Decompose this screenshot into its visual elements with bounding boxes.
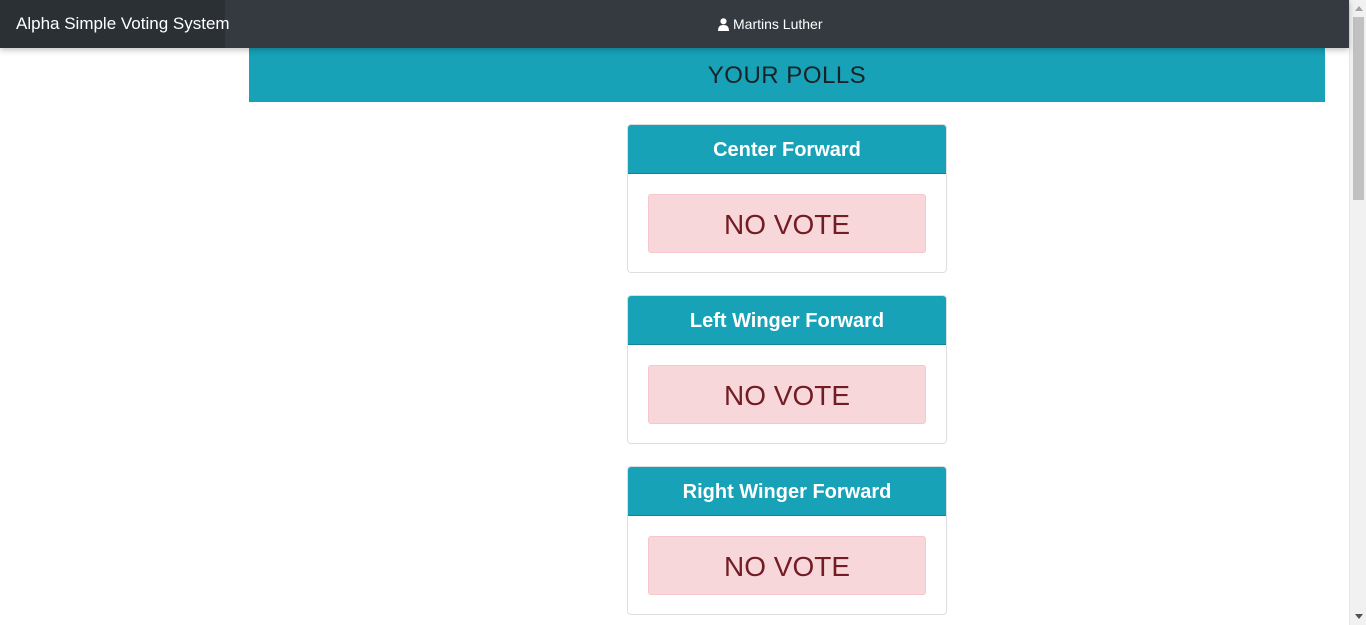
poll-title: Center Forward (628, 125, 946, 174)
poll-title: Right Winger Forward (628, 467, 946, 516)
poll-body: NO VOTE (628, 516, 946, 614)
poll-list: Center Forward NO VOTE Left Winger Forwa… (627, 124, 947, 625)
page-title: YOUR POLLS (249, 48, 1325, 102)
poll-body: NO VOTE (628, 174, 946, 272)
scroll-up-arrow-icon[interactable] (1350, 0, 1366, 17)
poll-body: NO VOTE (628, 345, 946, 443)
vote-status-alert: NO VOTE (648, 194, 926, 253)
vertical-scrollbar[interactable] (1349, 0, 1366, 625)
vote-status-alert: NO VOTE (648, 536, 926, 595)
scroll-down-arrow-icon[interactable] (1350, 608, 1366, 625)
scrollbar-thumb[interactable] (1353, 17, 1364, 200)
poll-card: Center Forward NO VOTE (627, 124, 947, 273)
page: Alpha Simple Voting System Martins Luthe… (0, 0, 1366, 625)
poll-card: Left Winger Forward NO VOTE (627, 295, 947, 444)
user-menu[interactable]: Martins Luther (718, 0, 822, 48)
top-navbar: Alpha Simple Voting System Martins Luthe… (0, 0, 1349, 48)
user-name: Martins Luther (733, 16, 823, 32)
poll-card: Right Winger Forward NO VOTE (627, 466, 947, 615)
vote-status-alert: NO VOTE (648, 365, 926, 424)
user-icon (718, 17, 729, 31)
poll-title: Left Winger Forward (628, 296, 946, 345)
brand-link[interactable]: Alpha Simple Voting System (0, 0, 230, 48)
